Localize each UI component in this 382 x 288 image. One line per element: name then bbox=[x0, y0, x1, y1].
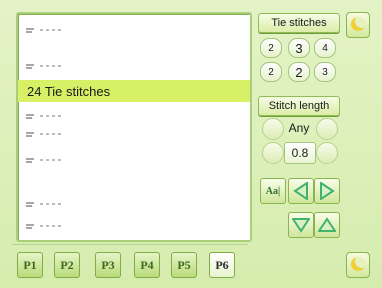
stitch-icon bbox=[26, 157, 36, 164]
stitch-icon bbox=[26, 223, 36, 230]
stitch-list[interactable]: 24 Tie stitches bbox=[16, 12, 252, 242]
arrow-down-icon bbox=[292, 218, 310, 233]
corner-button-bottom[interactable] bbox=[346, 252, 370, 278]
stitch-pattern-icon bbox=[40, 133, 61, 135]
stitch-length-value-decrease[interactable] bbox=[262, 142, 284, 164]
corner-button-top[interactable] bbox=[346, 12, 370, 38]
stitch-length-value-increase[interactable] bbox=[316, 142, 338, 164]
tab-p3[interactable]: P3 bbox=[95, 252, 121, 278]
tab-p2[interactable]: P2 bbox=[54, 252, 80, 278]
stitch-icon bbox=[26, 201, 36, 208]
next-button[interactable] bbox=[314, 178, 340, 204]
list-item[interactable] bbox=[26, 24, 61, 36]
text-cursor-button[interactable]: Aa| bbox=[260, 178, 286, 204]
arrow-left-icon bbox=[293, 182, 308, 200]
stitch-pattern-icon bbox=[40, 65, 61, 67]
stitch-icon bbox=[26, 131, 36, 138]
tie-stitches-option[interactable]: 4 bbox=[314, 38, 336, 58]
down-button[interactable] bbox=[288, 212, 314, 238]
moon-icon bbox=[351, 17, 365, 31]
tie-stitches-option[interactable]: 2 bbox=[260, 62, 282, 82]
list-item-label: 24 Tie stitches bbox=[27, 83, 111, 99]
moon-icon bbox=[351, 257, 365, 271]
previous-button[interactable] bbox=[288, 178, 314, 204]
list-item[interactable] bbox=[26, 110, 61, 122]
tab-p6[interactable]: P6 bbox=[209, 252, 235, 278]
stitch-pattern-icon bbox=[40, 203, 61, 205]
stitch-pattern-icon bbox=[40, 115, 61, 117]
tie-stitches-label: Tie stitches bbox=[258, 13, 340, 33]
stitch-icon bbox=[26, 63, 36, 70]
list-item[interactable] bbox=[26, 220, 61, 232]
list-item[interactable] bbox=[26, 154, 61, 166]
stitch-pattern-icon bbox=[40, 159, 61, 161]
up-button[interactable] bbox=[314, 212, 340, 238]
tie-stitches-option-selected[interactable]: 3 bbox=[288, 38, 310, 58]
tab-p4[interactable]: P4 bbox=[134, 252, 160, 278]
list-item-selected[interactable]: 24 Tie stitches bbox=[18, 80, 250, 102]
stitch-length-label: Stitch length bbox=[258, 96, 340, 116]
tie-stitches-option[interactable]: 3 bbox=[314, 62, 336, 82]
arrow-up-icon bbox=[318, 217, 336, 232]
tie-stitches-option[interactable]: 2 bbox=[260, 38, 282, 58]
screen: 24 Tie stitches Tie stitches 2 3 4 2 2 3… bbox=[0, 0, 382, 288]
list-item[interactable] bbox=[26, 198, 61, 210]
list-item[interactable] bbox=[26, 60, 61, 72]
stitch-icon bbox=[26, 113, 36, 120]
stitch-length-value[interactable]: 0.8 bbox=[284, 142, 316, 164]
arrow-right-icon bbox=[320, 182, 335, 200]
stitch-pattern-icon bbox=[40, 225, 61, 227]
tab-p1[interactable]: P1 bbox=[17, 252, 43, 278]
stitch-length-any[interactable]: Any bbox=[284, 118, 314, 138]
tie-stitches-option-selected[interactable]: 2 bbox=[288, 62, 310, 82]
stitch-length-increase[interactable] bbox=[316, 118, 338, 140]
stitch-icon bbox=[26, 27, 36, 34]
list-item[interactable] bbox=[26, 128, 61, 140]
stitch-pattern-icon bbox=[40, 29, 61, 31]
stitch-length-decrease[interactable] bbox=[262, 118, 284, 140]
tab-p5[interactable]: P5 bbox=[171, 252, 197, 278]
